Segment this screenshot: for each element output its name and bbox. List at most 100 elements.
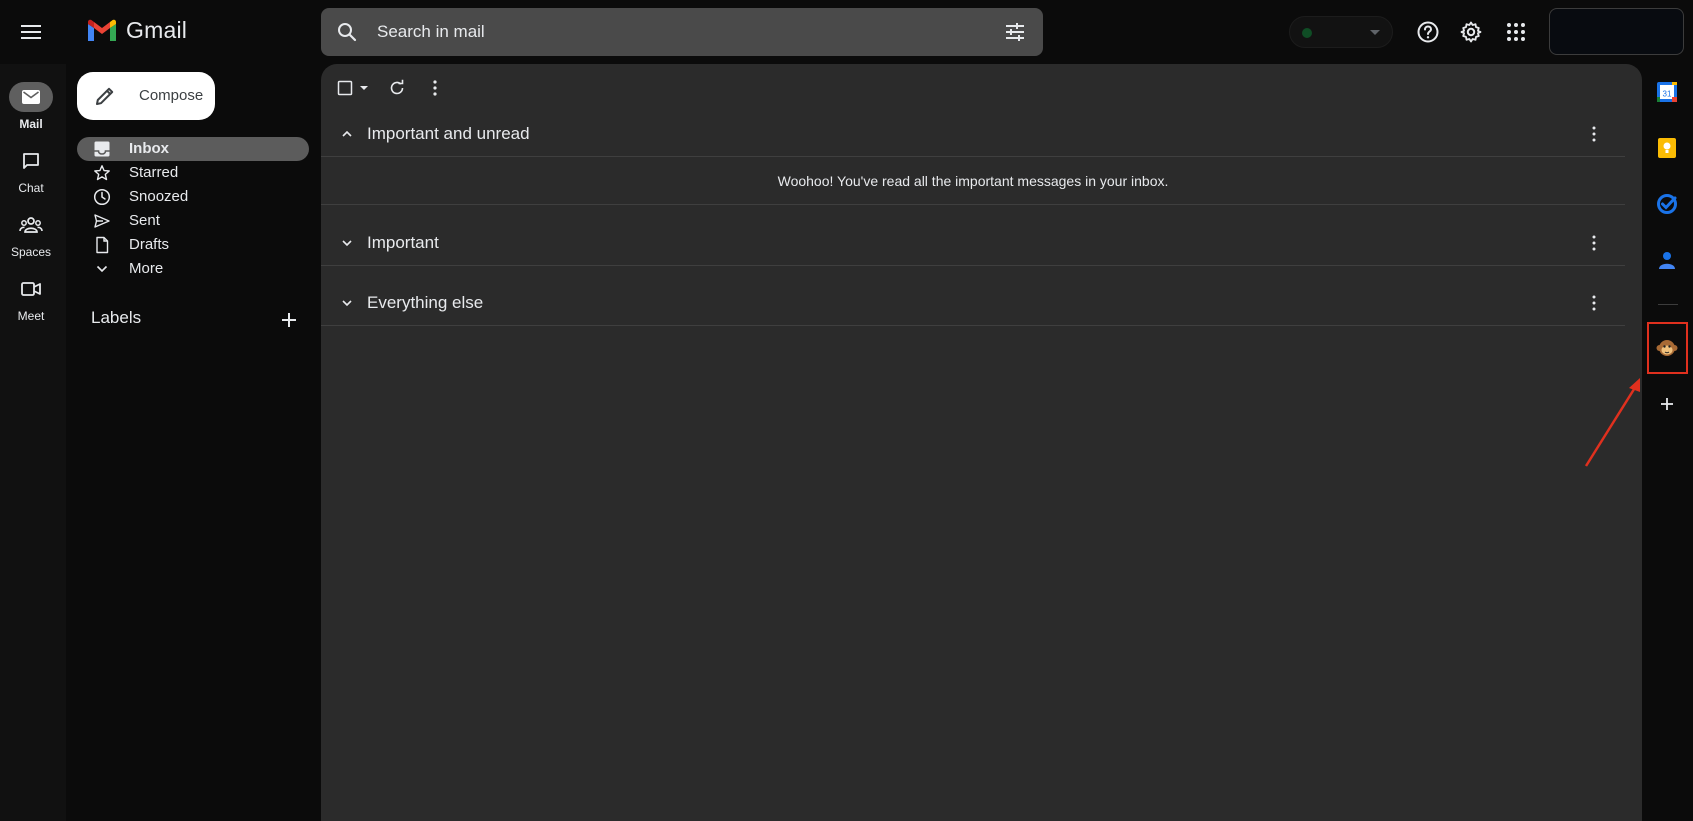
calendar-icon: 31 bbox=[1657, 82, 1677, 102]
mail-toolbar bbox=[321, 64, 1642, 112]
section-header[interactable]: Everything else bbox=[321, 281, 1625, 325]
tasks-icon bbox=[1657, 194, 1677, 214]
more-vertical-icon[interactable] bbox=[1583, 292, 1605, 314]
rail-label-mail: Mail bbox=[19, 117, 43, 131]
compose-label: Compose bbox=[139, 87, 204, 104]
nav-item-snoozed[interactable]: Snoozed bbox=[77, 185, 309, 209]
chevron-down-icon[interactable] bbox=[337, 233, 357, 253]
apps-button[interactable] bbox=[1496, 12, 1536, 52]
send-icon bbox=[94, 214, 110, 228]
section-title: Important and unread bbox=[367, 124, 530, 143]
rail-label-meet: Meet bbox=[17, 309, 45, 323]
mail-list-panel: Important and unread Woohoo! You've read… bbox=[321, 64, 1642, 821]
search-input[interactable] bbox=[377, 8, 977, 56]
nav-label-sent: Sent bbox=[129, 212, 160, 229]
pencil-icon bbox=[96, 87, 114, 105]
rail-pill-spaces bbox=[9, 210, 53, 240]
search-icon[interactable] bbox=[335, 20, 359, 44]
navigation-panel: Compose Inbox Starred Snoozed Sent Draft… bbox=[66, 64, 321, 821]
section-important: Important bbox=[321, 221, 1625, 266]
compose-button[interactable]: Compose bbox=[77, 72, 215, 120]
svg-text:31: 31 bbox=[1663, 90, 1672, 99]
search-options-icon[interactable] bbox=[1003, 20, 1027, 44]
more-vertical-icon[interactable] bbox=[1583, 123, 1605, 145]
help-icon bbox=[1417, 21, 1439, 43]
clock-icon bbox=[93, 188, 111, 206]
rail-pill-mail bbox=[9, 82, 53, 112]
nav-item-drafts[interactable]: Drafts bbox=[77, 233, 309, 257]
nav-list: Inbox Starred Snoozed Sent Drafts More bbox=[77, 137, 309, 281]
gmail-app: Gmail Search in mail Mail Chat Spaces Me… bbox=[0, 0, 1693, 821]
refresh-icon bbox=[390, 79, 404, 95]
tasks-button[interactable] bbox=[1653, 190, 1681, 218]
section-title: Everything else bbox=[367, 293, 484, 312]
chevron-down-icon[interactable] bbox=[337, 293, 357, 313]
calendar-button[interactable]: 31 bbox=[1653, 78, 1681, 106]
status-selector[interactable] bbox=[1289, 16, 1393, 48]
keep-icon bbox=[1658, 138, 1676, 158]
select-all-checkbox[interactable] bbox=[337, 76, 371, 100]
section-header[interactable]: Important bbox=[321, 221, 1625, 265]
header: Gmail bbox=[0, 0, 1693, 64]
nav-item-more[interactable]: More bbox=[77, 257, 309, 281]
draft-icon bbox=[96, 236, 109, 254]
nav-item-inbox[interactable]: Inbox bbox=[77, 137, 309, 161]
chevron-down-icon bbox=[96, 265, 108, 273]
nav-label-more: More bbox=[129, 260, 164, 277]
rail-pill-chat bbox=[9, 146, 53, 176]
app-name: Gmail bbox=[126, 17, 188, 43]
gmail-m-icon bbox=[88, 19, 116, 41]
status-dot bbox=[1302, 28, 1312, 38]
labels-header: Labels bbox=[91, 308, 309, 332]
spaces-icon bbox=[19, 217, 43, 233]
nav-label-starred: Starred bbox=[129, 164, 179, 181]
settings-button[interactable] bbox=[1451, 12, 1491, 52]
account-button[interactable] bbox=[1549, 8, 1684, 55]
rail-item-chat[interactable]: Chat bbox=[0, 146, 62, 195]
labels-title: Labels bbox=[91, 308, 142, 327]
chevron-up-icon[interactable] bbox=[337, 124, 357, 144]
nav-label-snoozed: Snoozed bbox=[129, 188, 189, 205]
nav-label-inbox: Inbox bbox=[129, 140, 169, 157]
rail-pill-meet bbox=[9, 274, 53, 304]
checkbox-icon bbox=[337, 80, 353, 96]
more-vertical-icon bbox=[433, 80, 437, 96]
search-bar[interactable] bbox=[321, 8, 1043, 56]
more-options-button[interactable] bbox=[432, 76, 438, 100]
rail-item-spaces[interactable]: Spaces bbox=[0, 210, 62, 259]
caret-down-icon[interactable] bbox=[357, 80, 371, 96]
section-header[interactable]: Important and unread bbox=[321, 112, 1625, 156]
app-rail: Mail Chat Spaces Meet bbox=[0, 64, 66, 821]
add-label-icon[interactable] bbox=[277, 308, 301, 332]
refresh-button[interactable] bbox=[388, 76, 406, 100]
nav-label-drafts: Drafts bbox=[129, 236, 170, 253]
rail-item-mail[interactable]: Mail bbox=[0, 82, 62, 131]
nav-item-starred[interactable]: Starred bbox=[77, 161, 309, 185]
chat-icon bbox=[23, 153, 39, 169]
mail-icon bbox=[22, 90, 40, 104]
nav-item-sent[interactable]: Sent bbox=[77, 209, 309, 233]
section-title: Important bbox=[367, 233, 439, 252]
video-camera-icon bbox=[21, 282, 41, 296]
more-vertical-icon[interactable] bbox=[1583, 232, 1605, 254]
star-icon bbox=[94, 165, 110, 181]
apps-grid-icon bbox=[1507, 23, 1525, 41]
gear-icon bbox=[1460, 21, 1482, 43]
hamburger-icon bbox=[21, 25, 41, 39]
rail-label-spaces: Spaces bbox=[10, 245, 52, 259]
section-everything-else: Everything else bbox=[321, 281, 1625, 326]
get-addons-button[interactable] bbox=[1653, 390, 1681, 418]
rail-item-meet[interactable]: Meet bbox=[0, 274, 62, 323]
keep-button[interactable] bbox=[1653, 134, 1681, 162]
add-icon bbox=[1661, 398, 1673, 410]
rail-label-chat: Chat bbox=[18, 181, 44, 195]
annotation-arrow-icon bbox=[1584, 378, 1640, 467]
section-important-unread: Important and unread Woohoo! You've read… bbox=[321, 112, 1625, 205]
empty-section-message: Woohoo! You've read all the important me… bbox=[321, 156, 1625, 204]
side-panel-divider bbox=[1658, 304, 1678, 305]
contacts-button[interactable] bbox=[1653, 246, 1681, 274]
support-button[interactable] bbox=[1408, 12, 1448, 52]
annotation-highlight-box bbox=[1647, 322, 1688, 374]
main-menu-button[interactable] bbox=[12, 12, 52, 52]
gmail-logo[interactable]: Gmail bbox=[86, 17, 187, 44]
